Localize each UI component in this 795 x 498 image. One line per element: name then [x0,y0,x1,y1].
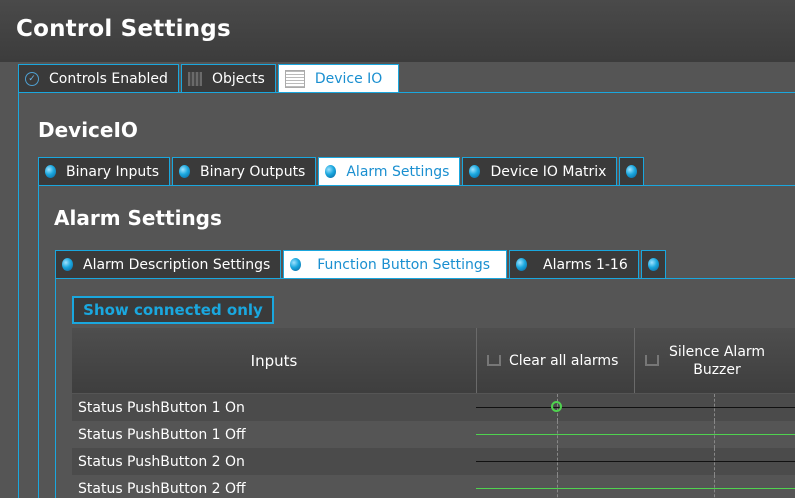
blue-dot-icon [62,258,73,271]
tab-overflow[interactable] [619,157,645,185]
tab-label: Binary Inputs [66,163,159,180]
filter-icon[interactable] [487,355,501,366]
alarm-settings-tabbar: Alarm Description Settings Function Butt… [55,250,668,278]
column-guide [714,475,715,498]
connection-node[interactable] [551,401,562,412]
device-io-title: DeviceIO [38,118,138,142]
tab-label: Objects [211,70,265,87]
column-guide [714,394,715,421]
blue-dot-icon [45,165,56,178]
blue-dot-icon [647,258,659,271]
alarm-settings-title: Alarm Settings [54,206,222,230]
connection-line [476,434,795,435]
row-label: Status PushButton 1 Off [78,426,246,443]
row-label: Status PushButton 2 On [78,453,245,470]
blue-dot-icon [290,258,302,271]
tab-alarm-settings[interactable]: Alarm Settings [318,157,461,185]
tab-label: Device IO Matrix [490,163,607,180]
check-icon: ✓ [25,71,39,86]
filter-icon[interactable] [645,355,659,366]
device-io-icon [284,69,305,88]
control-settings-window: Control Settings ✓ Controls Enabled Obje… [0,0,795,498]
row-label: Status PushButton 2 Off [78,480,246,497]
connection-line [476,461,795,462]
tab-alarm-description-settings[interactable]: Alarm Description Settings [55,250,282,278]
tab-label: Device IO [314,70,383,87]
matrix-header: Inputs Clear all alarms Silence Alarm Bu… [72,328,795,393]
row-connection-cell[interactable] [476,475,795,498]
blue-dot-icon [469,165,481,178]
column-label: Silence Alarm Buzzer [668,343,766,378]
tab-device-io[interactable]: Device IO [277,64,400,92]
column-guide [557,448,558,475]
matrix-rows: Status PushButton 1 On Status PushButton… [72,394,795,498]
column-guide [714,421,715,448]
tab-controls-enabled[interactable]: ✓ Controls Enabled [18,64,179,92]
column-header-clear-all-alarms[interactable]: Clear all alarms [476,328,635,393]
table-row: Status PushButton 1 Off [72,421,795,448]
blue-dot-icon [178,165,190,178]
show-connected-only-button[interactable]: Show connected only [72,296,274,324]
row-connection-cell[interactable] [476,448,795,475]
blue-dot-icon [626,165,638,178]
tab-label: Alarm Description Settings [83,256,271,273]
column-guide [557,421,558,448]
column-guide [557,475,558,498]
title-bar: Control Settings [0,0,795,62]
blue-dot-icon [325,165,337,178]
objects-icon [187,71,202,86]
connection-line [476,407,795,408]
tab-overflow[interactable] [640,250,666,278]
row-connection-cell[interactable] [476,394,795,421]
tab-label: Function Button Settings [317,256,491,273]
tab-binary-inputs[interactable]: Binary Inputs [38,157,170,185]
connection-line [476,488,795,489]
column-header-silence-alarm-buzzer[interactable]: Silence Alarm Buzzer [634,328,795,393]
tab-label: Alarms 1-16 [543,256,628,273]
table-row: Status PushButton 2 Off [72,475,795,498]
tab-alarms-1-16[interactable]: Alarms 1-16 [509,250,639,278]
row-connection-cell[interactable] [476,421,795,448]
device-io-tabbar: Binary Inputs Binary Outputs Alarm Setti… [38,157,646,185]
top-tabbar: ✓ Controls Enabled Objects Device IO [18,64,401,92]
tab-label: Controls Enabled [49,70,168,87]
row-label: Status PushButton 1 On [78,399,245,416]
tab-label: Binary Outputs [199,163,306,180]
column-guide [714,448,715,475]
column-label: Clear all alarms [509,352,619,369]
blue-dot-icon [516,258,528,271]
page-title: Control Settings [16,16,231,42]
tab-function-button-settings[interactable]: Function Button Settings [283,250,508,278]
tab-label: Alarm Settings [346,163,450,180]
table-row: Status PushButton 1 On [72,394,795,421]
tab-device-io-matrix[interactable]: Device IO Matrix [462,157,618,185]
tab-objects[interactable]: Objects [180,64,276,92]
column-header-inputs[interactable]: Inputs [72,328,476,393]
tab-binary-outputs[interactable]: Binary Outputs [171,157,317,185]
table-row: Status PushButton 2 On [72,448,795,475]
